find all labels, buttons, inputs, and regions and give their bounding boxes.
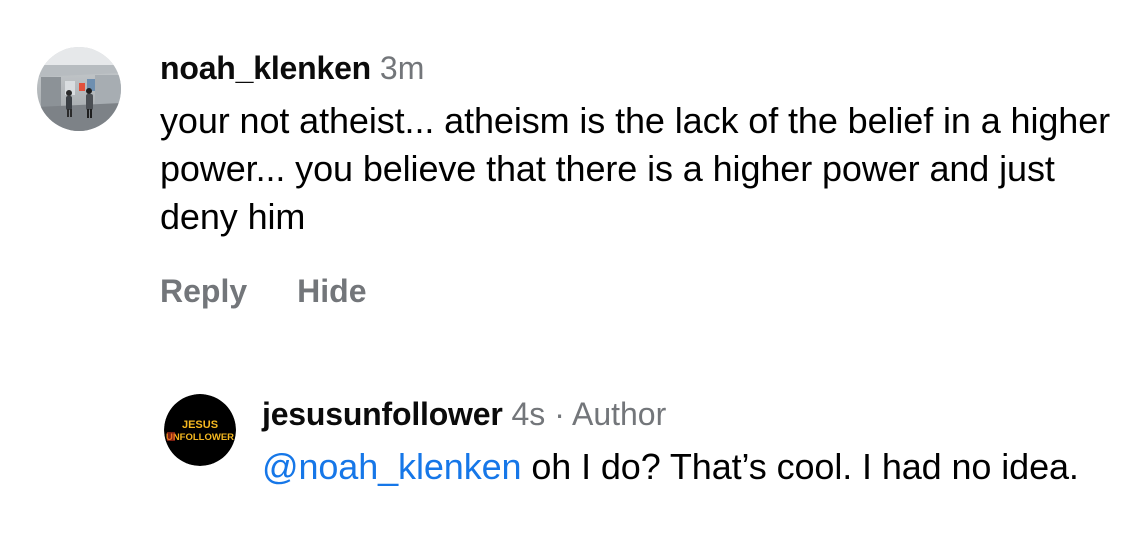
separator-dot: · [554,396,565,432]
reply-text: @noah_klenken oh I do? That’s cool. I ha… [262,443,1122,491]
reply-username[interactable]: jesusunfollower [262,396,503,432]
comment-text: your not atheist... atheism is the lack … [160,100,1111,237]
comment-actions: Reply Hide [160,271,1120,311]
mention-link[interactable]: @noah_klenken [262,446,522,487]
comment-username[interactable]: noah_klenken [160,50,371,86]
hide-button[interactable]: Hide [297,271,366,311]
reply-body: jesusunfollower 4s · Author @noah_klenke… [262,394,1122,491]
reply-time: 4s [511,396,546,432]
reply-text-body: oh I do? That’s cool. I had no idea. [521,446,1079,487]
reply-header: jesusunfollower 4s · Author [262,394,1122,434]
comment-body: noah_klenken 3m your not atheist... athe… [160,47,1120,311]
comment-header: noah_klenken 3m [160,48,1120,88]
reply-button[interactable]: Reply [160,271,247,311]
logo-text-bottom: UNFOLLOWER [166,432,234,443]
comment-time: 3m [379,50,425,86]
commenter-avatar-icon[interactable] [37,47,121,131]
author-avatar-icon[interactable]: JESUS UNFOLLOWER [164,394,236,466]
author-badge: Author [571,396,667,432]
logo-text-top: JESUS [182,419,218,431]
